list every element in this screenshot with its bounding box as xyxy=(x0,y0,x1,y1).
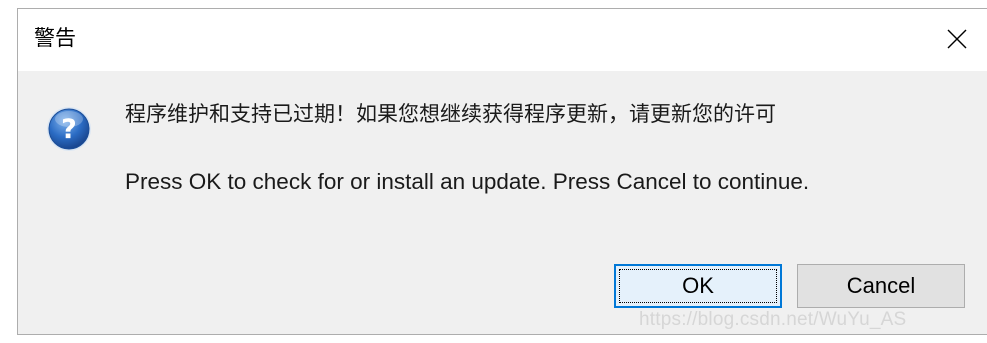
warning-dialog: 警告 ? 程序维护和支持已过期！如果您想继续获得程序更新，请更新您的许可 Pre… xyxy=(17,8,987,335)
close-button[interactable] xyxy=(937,19,977,59)
svg-text:?: ? xyxy=(61,114,77,145)
cancel-button-label: Cancel xyxy=(846,273,916,298)
dialog-title: 警告 xyxy=(34,26,76,50)
message-chinese: 程序维护和支持已过期！如果您想继续获得程序更新，请更新您的许可 xyxy=(125,102,776,126)
close-icon xyxy=(947,29,967,49)
watermark: https://blog.csdn.net/WuYu_AS xyxy=(639,309,907,330)
title-bar: 警告 xyxy=(18,9,987,71)
ok-button-label: OK xyxy=(682,273,714,298)
cancel-button[interactable]: Cancel xyxy=(797,264,965,308)
message-english: Press OK to check for or install an upda… xyxy=(125,169,810,194)
question-icon: ? xyxy=(46,106,92,152)
ok-button[interactable]: OK xyxy=(614,264,782,308)
